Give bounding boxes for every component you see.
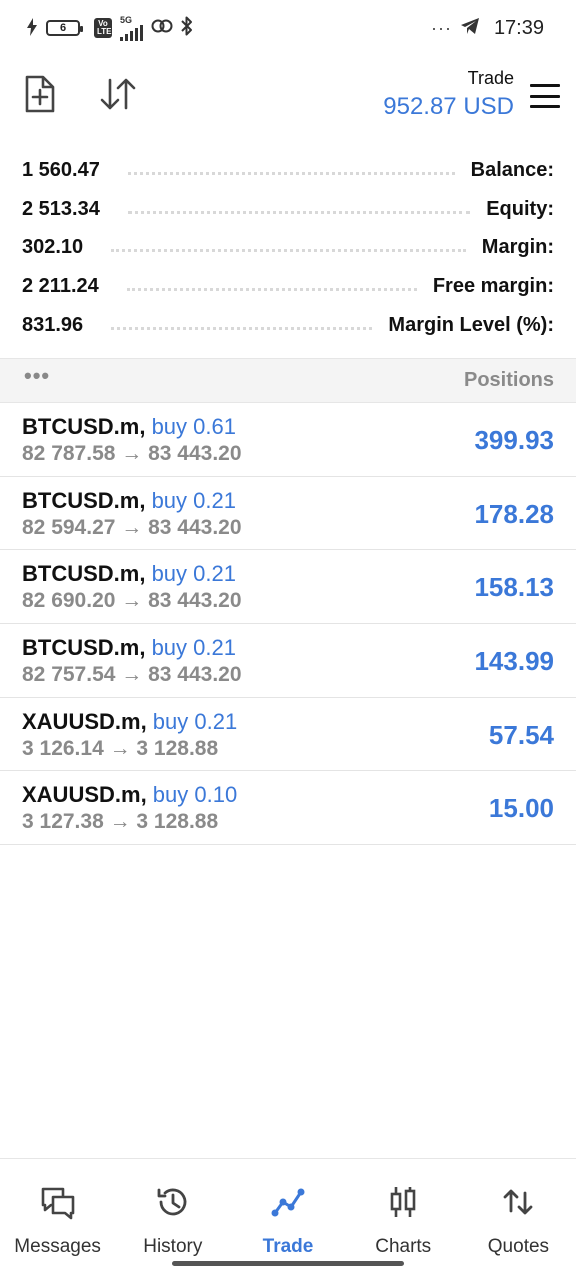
summary-value: 2 513.34 [22,197,100,220]
status-left: 6 Vo LTE 5G [26,14,193,41]
nav-label: Charts [375,1236,432,1257]
summary-value: 2 211.24 [22,274,99,297]
clock: 17:39 [493,16,544,39]
dotted-leader [127,171,455,175]
new-order-icon[interactable] [22,74,62,114]
dotted-leader [127,210,471,214]
battery-icon: 6 [46,20,83,36]
dotted-leader [126,287,417,291]
position-header: BTCUSD.m, buy 0.21 [22,488,236,514]
summary-row: 1 560.47 Balance: [0,151,576,190]
status-right: ··· 17:39 [431,17,544,40]
header-title-block: Trade 952.87 USD [383,68,514,121]
sort-icon[interactable] [98,74,138,114]
position-row[interactable]: BTCUSD.m, buy 0.61 82 787.58 → 83 443.20 3… [0,403,576,477]
position-symbol: BTCUSD.m, [22,414,146,439]
position-header: XAUUSD.m, buy 0.21 [22,709,237,735]
position-side: buy 0.61 [145,414,236,439]
nav-label: Quotes [487,1236,550,1257]
nav-quotes[interactable]: Quotes [461,1159,576,1259]
summary-label: Margin Level (%): [388,313,554,336]
position-prices: 3 126.14 → 3 128.88 [22,736,219,760]
nav-trade[interactable]: Trade [230,1159,345,1259]
nav-charts[interactable]: Charts [346,1159,461,1259]
nav-label: History [143,1236,203,1257]
position-side: buy 0.21 [146,708,238,734]
position-side: buy 0.21 [145,635,236,661]
position-header: BTCUSD.m, buy 0.21 [22,561,236,587]
position-profit: 178.28 [474,498,554,529]
home-indicator[interactable] [172,1261,404,1266]
bluetooth-icon [181,16,193,41]
summary-label: Equity: [486,197,554,220]
history-icon [154,1183,192,1226]
position-prices: 82 690.20 → 83 443.20 [22,589,242,613]
position-symbol: XAUUSD.m, [22,708,147,734]
signal-icon: 5G [120,14,143,41]
account-summary: 1 560.47 Balance: 2 513.34 Equity: 302.10 Mar… [0,151,576,344]
summary-value: 1 560.47 [22,158,100,181]
dotted-leader [111,249,466,253]
app-header: Trade 952.87 USD [0,56,576,140]
position-side: buy 0.21 [145,487,236,513]
messages-icon [39,1183,77,1226]
status-bar: 6 Vo LTE 5G ··· 17:39 [0,0,576,56]
more-dots-icon: ··· [430,17,452,38]
total-profit: 952.87 USD [383,93,514,120]
position-row[interactable]: BTCUSD.m, buy 0.21 82 690.20 → 83 443.20 1… [0,550,576,625]
bottom-nav: Messages History Trade Charts Quotes [0,1158,576,1280]
quotes-icon [499,1183,537,1226]
summary-label: Balance: [470,158,554,181]
battery-level: 6 [59,22,67,34]
position-profit: 15.00 [488,793,554,824]
position-prices: 82 757.54 → 83 443.20 [22,663,242,687]
position-profit: 143.99 [474,646,554,677]
position-prices: 82 787.58 → 83 443.20 [22,442,242,465]
summary-label: Margin: [481,236,554,259]
position-side: buy 0.21 [145,561,236,587]
positions-header: ••• Positions [0,358,576,403]
position-row[interactable]: BTCUSD.m, buy 0.21 82 594.27 → 83 443.20 1… [0,477,576,551]
nav-label: Messages [14,1236,101,1257]
menu-icon[interactable] [530,84,560,108]
volte-icon: Vo LTE [94,18,112,38]
position-profit: 158.13 [474,572,554,603]
position-prices: 3 127.38 → 3 128.88 [22,810,219,834]
charts-icon [384,1183,422,1226]
summary-row: 302.10 Margin: [0,228,576,267]
position-side: buy 0.10 [146,782,238,808]
nav-messages[interactable]: Messages [0,1159,115,1259]
nav-label: Trade [262,1236,314,1257]
more-options-icon[interactable]: ••• [24,364,50,387]
summary-value: 302.10 [22,236,84,259]
summary-row: 831.96 Margin Level (%): [0,306,576,345]
position-profit: 57.54 [488,719,554,750]
position-row[interactable]: XAUUSD.m, buy 0.21 3 126.14 → 3 128.88 57.… [0,698,576,772]
page-title: Trade [467,68,514,88]
position-symbol: XAUUSD.m, [22,782,147,808]
summary-row: 2 211.24 Free margin: [0,267,576,306]
position-row[interactable]: BTCUSD.m, buy 0.21 82 757.54 → 83 443.20 1… [0,624,576,698]
position-header: BTCUSD.m, buy 0.61 [22,414,236,440]
position-header: BTCUSD.m, buy 0.21 [22,635,236,661]
trade-icon [269,1183,307,1226]
positions-list: BTCUSD.m, buy 0.61 82 787.58 → 83 443.20 3… [0,403,576,846]
summary-row: 2 513.34 Equity: [0,190,576,229]
nav-history[interactable]: History [115,1159,230,1259]
dotted-leader [111,326,373,330]
position-header: XAUUSD.m, buy 0.10 [22,782,237,808]
network-type: 5G [120,14,133,25]
positions-title: Positions [463,369,554,391]
position-prices: 82 594.27 → 83 443.20 [22,515,242,539]
telegram-icon [460,17,480,40]
position-row[interactable]: XAUUSD.m, buy 0.10 3 127.38 → 3 128.88 15.… [0,771,576,846]
summary-label: Free margin: [432,274,554,297]
charging-icon [26,17,38,39]
summary-value: 831.96 [22,313,84,336]
hotspot-icon [151,17,173,40]
position-symbol: BTCUSD.m, [22,487,146,513]
position-symbol: BTCUSD.m, [22,635,146,661]
position-profit: 399.93 [474,425,554,455]
position-symbol: BTCUSD.m, [22,561,146,587]
